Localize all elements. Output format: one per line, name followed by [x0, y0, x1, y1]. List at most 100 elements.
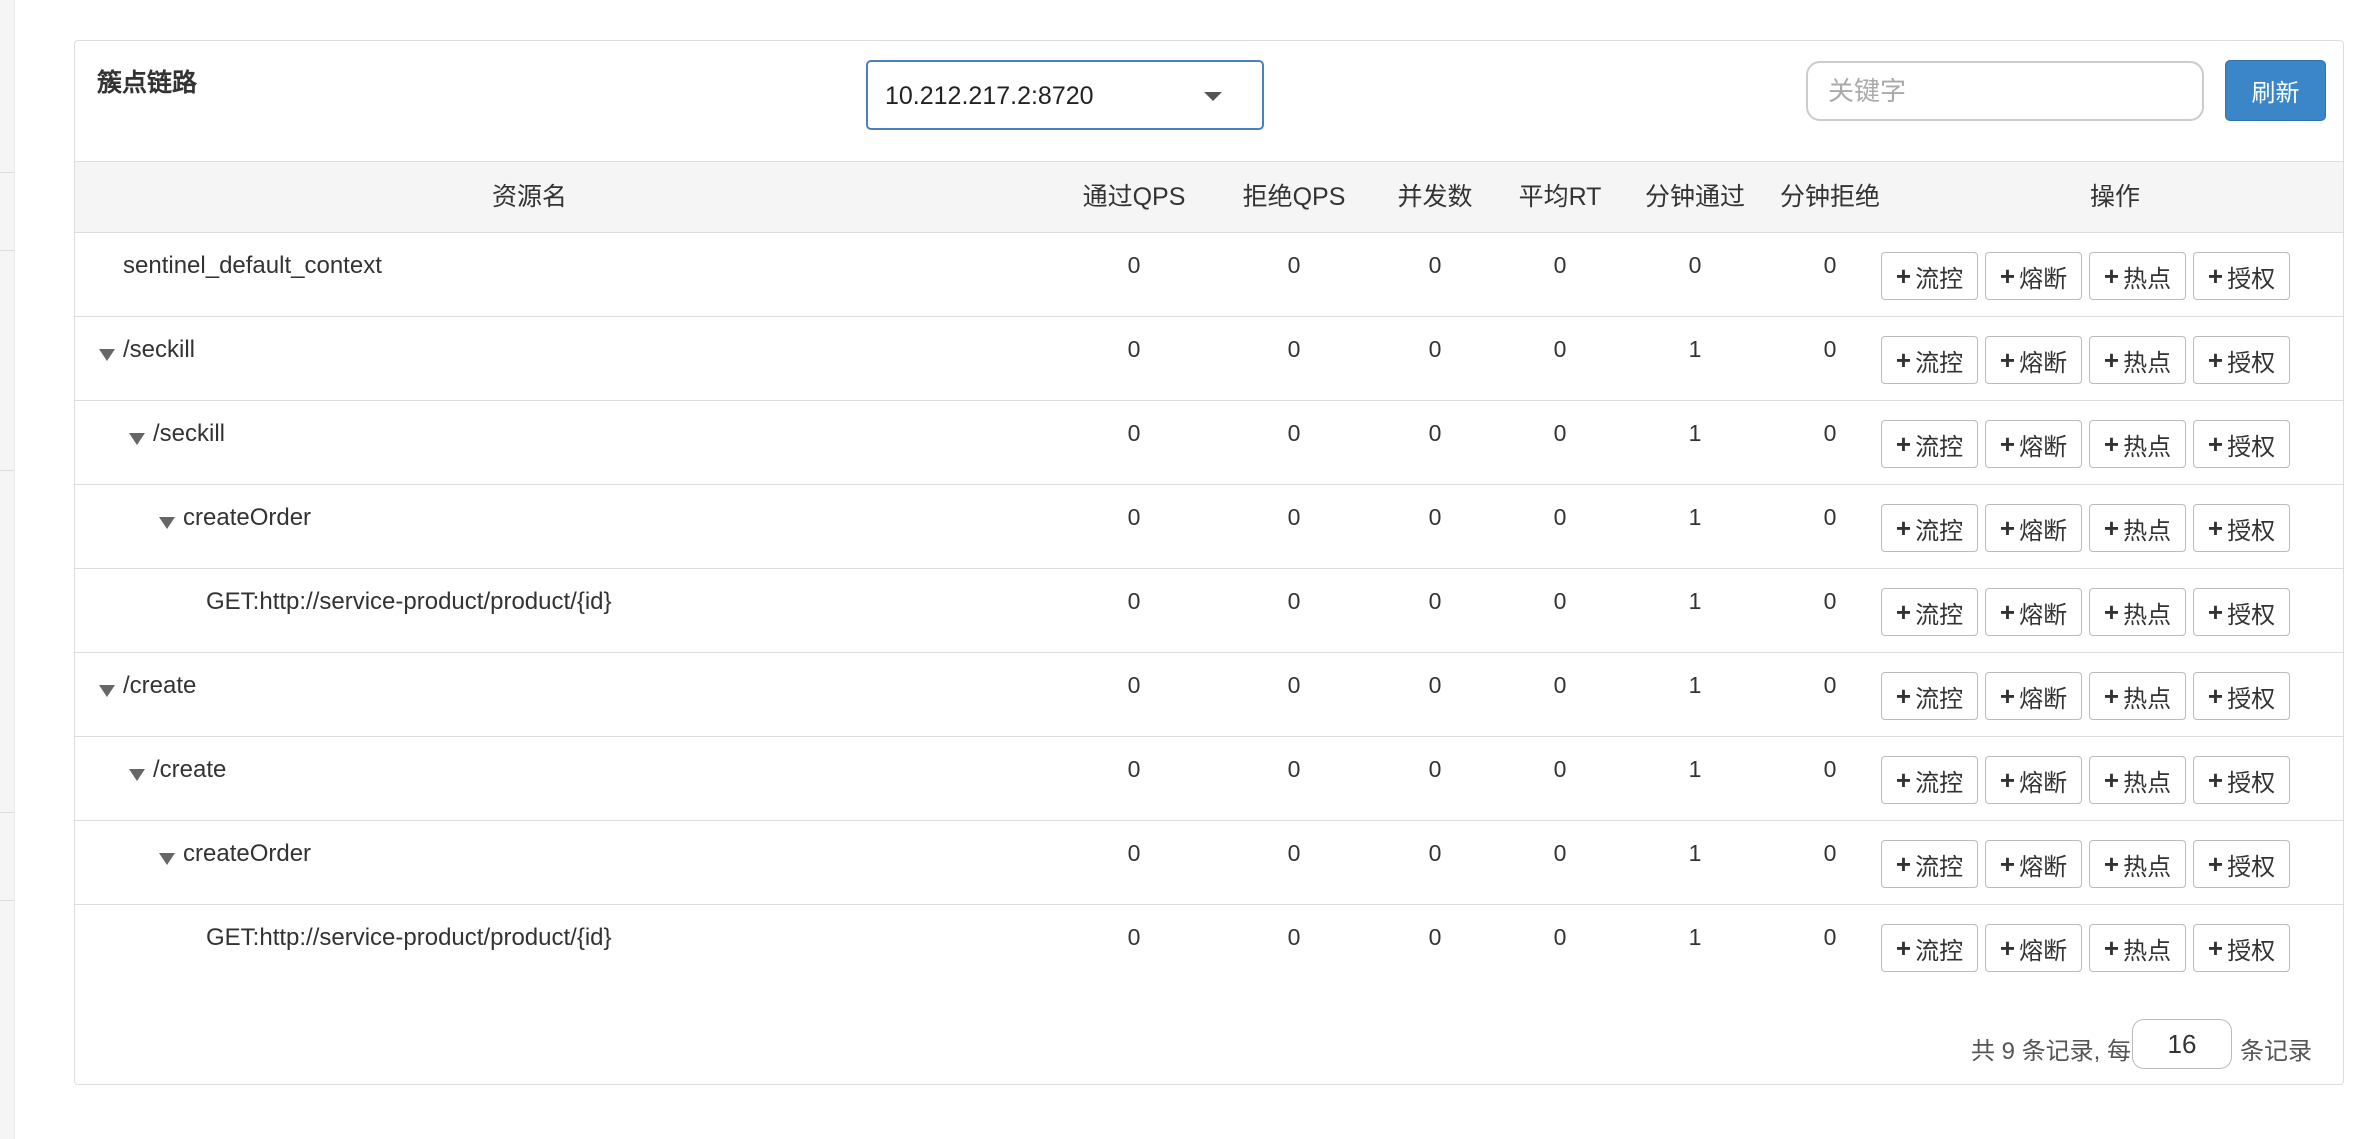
add-hotspot-rule-button[interactable]: + 热点	[2089, 756, 2186, 804]
add-flow-rule-button[interactable]: + 流控	[1881, 252, 1978, 300]
add-degrade-rule-button[interactable]: + 熔断	[1985, 420, 2082, 468]
add-degrade-rule-button[interactable]: + 熔断	[1985, 588, 2082, 636]
action-label: 授权	[2227, 265, 2276, 293]
keyword-search-input[interactable]	[1806, 61, 2204, 121]
action-label: 流控	[1915, 853, 1964, 881]
action-label: 流控	[1915, 937, 1964, 965]
collapse-triangle-icon[interactable]	[159, 853, 175, 865]
table-row: /seckill 0 0 0 0 1 0 + 流控 + 熔断 + 热点 + 授权	[75, 401, 2343, 485]
action-label: 熔断	[2019, 601, 2068, 629]
add-hotspot-rule-button[interactable]: + 热点	[2089, 504, 2186, 552]
add-degrade-rule-button[interactable]: + 熔断	[1985, 252, 2082, 300]
plus-icon: +	[1895, 933, 1912, 963]
action-label: 热点	[2123, 517, 2172, 545]
action-label: 熔断	[2019, 937, 2068, 965]
refresh-button[interactable]: 刷新	[2225, 60, 2326, 121]
add-degrade-rule-button[interactable]: + 熔断	[1985, 672, 2082, 720]
collapse-triangle-icon[interactable]	[159, 517, 175, 529]
action-label: 熔断	[2019, 853, 2068, 881]
plus-icon: +	[1895, 681, 1912, 711]
resource-name: /seckill	[153, 420, 226, 447]
plus-icon: +	[2207, 261, 2224, 291]
add-authority-rule-button[interactable]: + 授权	[2193, 588, 2290, 636]
page-size-input[interactable]	[2132, 1019, 2232, 1069]
add-authority-rule-button[interactable]: + 授权	[2193, 504, 2290, 552]
action-label: 授权	[2227, 349, 2276, 377]
action-label: 授权	[2227, 937, 2276, 965]
plus-icon: +	[1895, 849, 1912, 879]
table-row: createOrder 0 0 0 0 1 0 + 流控 + 熔断 + 热点 + 授权	[75, 821, 2343, 905]
machine-select[interactable]: 10.212.217.2:8720	[866, 60, 1264, 130]
add-flow-rule-button[interactable]: + 流控	[1881, 672, 1978, 720]
resource-name: createOrder	[183, 840, 312, 867]
plus-icon: +	[2207, 597, 2224, 627]
add-degrade-rule-button[interactable]: + 熔断	[1985, 756, 2082, 804]
action-label: 流控	[1915, 265, 1964, 293]
plus-icon: +	[2103, 933, 2120, 963]
action-label: 热点	[2123, 601, 2172, 629]
add-authority-rule-button[interactable]: + 授权	[2193, 756, 2290, 804]
add-degrade-rule-button[interactable]: + 熔断	[1985, 840, 2082, 888]
action-label: 熔断	[2019, 517, 2068, 545]
action-label: 熔断	[2019, 685, 2068, 713]
add-hotspot-rule-button[interactable]: + 热点	[2089, 336, 2186, 384]
add-flow-rule-button[interactable]: + 流控	[1881, 336, 1978, 384]
plus-icon: +	[1999, 849, 2016, 879]
table-row: /seckill 0 0 0 0 1 0 + 流控 + 熔断 + 热点 + 授权	[75, 317, 2343, 401]
add-flow-rule-button[interactable]: + 流控	[1881, 756, 1978, 804]
action-label: 熔断	[2019, 769, 2068, 797]
add-authority-rule-button[interactable]: + 授权	[2193, 252, 2290, 300]
add-authority-rule-button[interactable]: + 授权	[2193, 840, 2290, 888]
collapse-triangle-icon[interactable]	[99, 685, 115, 697]
table-header: 资源名 通过QPS 拒绝QPS 并发数 平均RT 分钟通过 分钟拒绝 操作	[75, 162, 2343, 233]
plus-icon: +	[2103, 597, 2120, 627]
add-hotspot-rule-button[interactable]: + 热点	[2089, 588, 2186, 636]
plus-icon: +	[2103, 849, 2120, 879]
plus-icon: +	[2207, 849, 2224, 879]
add-authority-rule-button[interactable]: + 授权	[2193, 420, 2290, 468]
chevron-down-icon	[1204, 92, 1222, 101]
plus-icon: +	[1895, 261, 1912, 291]
plus-icon: +	[1895, 765, 1912, 795]
plus-icon: +	[2207, 765, 2224, 795]
sidebar-divider	[0, 812, 14, 813]
add-authority-rule-button[interactable]: + 授权	[2193, 672, 2290, 720]
action-label: 熔断	[2019, 349, 2068, 377]
action-label: 熔断	[2019, 433, 2068, 461]
plus-icon: +	[2207, 429, 2224, 459]
action-label: 热点	[2123, 685, 2172, 713]
add-authority-rule-button[interactable]: + 授权	[2193, 924, 2290, 972]
add-flow-rule-button[interactable]: + 流控	[1881, 420, 1978, 468]
plus-icon: +	[2207, 513, 2224, 543]
table-body: sentinel_default_context 0 0 0 0 0 0 + 流控 + 熔断 + 热点 +…	[75, 233, 2343, 988]
action-label: 热点	[2123, 769, 2172, 797]
sidebar-divider	[0, 900, 14, 901]
plus-icon: +	[1895, 429, 1912, 459]
add-hotspot-rule-button[interactable]: + 热点	[2089, 840, 2186, 888]
resource-name: GET:http://service-product/product/{id}	[206, 924, 612, 951]
collapse-triangle-icon[interactable]	[129, 769, 145, 781]
add-hotspot-rule-button[interactable]: + 热点	[2089, 672, 2186, 720]
action-label: 授权	[2227, 517, 2276, 545]
add-flow-rule-button[interactable]: + 流控	[1881, 840, 1978, 888]
collapse-triangle-icon[interactable]	[99, 349, 115, 361]
add-flow-rule-button[interactable]: + 流控	[1881, 588, 1978, 636]
add-hotspot-rule-button[interactable]: + 热点	[2089, 252, 2186, 300]
collapse-triangle-icon[interactable]	[129, 433, 145, 445]
left-sidebar-edge	[0, 0, 15, 1139]
add-degrade-rule-button[interactable]: + 熔断	[1985, 336, 2082, 384]
add-hotspot-rule-button[interactable]: + 热点	[2089, 924, 2186, 972]
add-hotspot-rule-button[interactable]: + 热点	[2089, 420, 2186, 468]
add-flow-rule-button[interactable]: + 流控	[1881, 504, 1978, 552]
action-label: 授权	[2227, 769, 2276, 797]
action-label: 授权	[2227, 685, 2276, 713]
add-flow-rule-button[interactable]: + 流控	[1881, 924, 1978, 972]
pagination-total-text: 共 9 条记录, 每页	[1971, 1038, 2156, 1065]
add-authority-rule-button[interactable]: + 授权	[2193, 336, 2290, 384]
plus-icon: +	[2103, 261, 2120, 291]
pagination-suffix-text: 条记录	[2240, 1038, 2312, 1065]
add-degrade-rule-button[interactable]: + 熔断	[1985, 924, 2082, 972]
plus-icon: +	[1895, 597, 1912, 627]
panel-title: 簇点链路	[97, 69, 198, 97]
add-degrade-rule-button[interactable]: + 熔断	[1985, 504, 2082, 552]
